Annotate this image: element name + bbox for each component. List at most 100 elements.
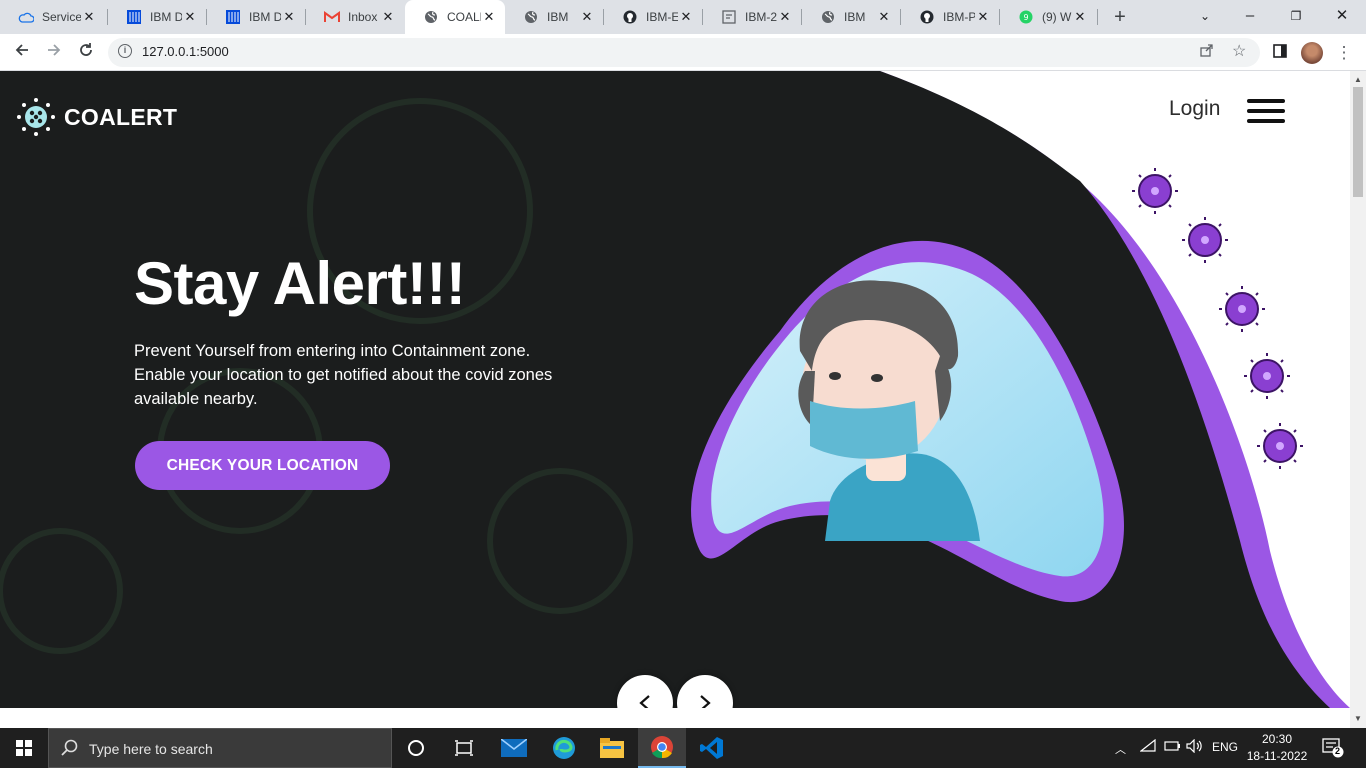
close-icon[interactable]: ✕: [481, 9, 497, 25]
ibm-dashboard-icon: [225, 9, 241, 25]
chrome-icon[interactable]: [638, 728, 686, 768]
forward-button[interactable]: [40, 39, 68, 67]
language-indicator[interactable]: ENG: [1212, 740, 1238, 754]
tab-title: IBM-2: [745, 10, 777, 24]
url-text[interactable]: 127.0.0.1:5000: [142, 44, 229, 59]
globe-icon: [523, 9, 539, 25]
tab-coalert[interactable]: COALE ✕: [405, 0, 505, 34]
scroll-up-icon[interactable]: ▲: [1354, 75, 1362, 84]
share-icon[interactable]: [1200, 43, 1214, 60]
tab-title: IBM-EI: [646, 10, 678, 24]
file-explorer-icon[interactable]: [588, 728, 636, 768]
hamburger-menu-icon[interactable]: [1247, 99, 1285, 125]
new-tab-button[interactable]: +: [1108, 5, 1132, 29]
taskbar-search-input[interactable]: Type here to search: [48, 728, 392, 768]
close-icon[interactable]: ✕: [182, 9, 198, 25]
volume-icon[interactable]: [1186, 738, 1204, 756]
cortana-icon[interactable]: [392, 728, 440, 768]
close-icon[interactable]: ✕: [876, 9, 892, 25]
check-location-button[interactable]: CHECK YOUR LOCATION: [135, 441, 390, 490]
tab-title: COALE: [447, 10, 481, 24]
close-icon[interactable]: ✕: [380, 9, 396, 25]
tab-ibm-doc[interactable]: IBM-2 ✕: [703, 0, 801, 34]
wifi-icon[interactable]: [1139, 738, 1156, 756]
tab-strip: Service ✕ IBM Da ✕ IBM Da ✕ Inbox ✕ COAL…: [0, 0, 1366, 34]
search-placeholder: Type here to search: [89, 741, 213, 757]
show-hidden-icons-icon[interactable]: ︿: [1115, 741, 1126, 757]
close-icon[interactable]: ✕: [579, 9, 595, 25]
tab-github-1[interactable]: IBM-EI ✕: [604, 0, 702, 34]
login-link[interactable]: Login: [1169, 97, 1220, 121]
reload-button[interactable]: [72, 39, 100, 67]
notification-count-badge: 2: [1335, 746, 1341, 756]
forward-arrow-icon: [48, 44, 61, 56]
windows-taskbar: Type here to search ︿ ENG 20:30 18-11-20…: [0, 728, 1366, 768]
tab-gmail[interactable]: Inbox ✕: [306, 0, 404, 34]
page-below-fold: [0, 708, 1350, 728]
back-button[interactable]: [8, 39, 36, 67]
task-view-icon[interactable]: [440, 728, 488, 768]
virus-logo-icon: [17, 98, 55, 136]
close-icon[interactable]: ✕: [678, 9, 694, 25]
chevron-right-icon: [700, 695, 711, 708]
close-window-button[interactable]: ✕: [1320, 3, 1364, 29]
reload-icon: [80, 43, 92, 56]
bookmark-star-icon[interactable]: ☆: [1232, 41, 1246, 61]
tab-ibm-2[interactable]: IBM ✕: [802, 0, 900, 34]
doc-icon: [721, 9, 737, 25]
start-button[interactable]: [0, 728, 48, 768]
more-menu-icon[interactable]: ⋮: [1330, 39, 1358, 67]
notification-center-icon[interactable]: 2: [1322, 738, 1344, 758]
tab-search-icon[interactable]: ⌄: [1183, 3, 1227, 29]
tab-title: IBM Da: [249, 10, 281, 24]
github-icon: [919, 9, 935, 25]
site-logo[interactable]: COALERT: [16, 97, 177, 137]
profile-avatar[interactable]: [1301, 42, 1323, 64]
address-bar[interactable]: i 127.0.0.1:5000 ☆: [108, 38, 1260, 67]
tab-ibm-dashboard-1[interactable]: IBM Da ✕: [108, 0, 206, 34]
github-icon: [622, 9, 638, 25]
web-page: COALERT Login Stay Alert!!! Prevent Your…: [0, 71, 1350, 708]
cloud-icon: [18, 9, 34, 25]
whatsapp-icon: 9: [1018, 9, 1034, 25]
tab-title: IBM-Pr: [943, 10, 975, 24]
restore-button[interactable]: ❐: [1274, 3, 1318, 29]
search-icon: [61, 739, 78, 756]
side-panel-button[interactable]: [1266, 39, 1294, 67]
site-info-icon[interactable]: i: [118, 44, 132, 58]
tab-ibm-dashboard-2[interactable]: IBM Da ✕: [207, 0, 305, 34]
system-clock[interactable]: 20:30 18-11-2022: [1244, 731, 1310, 765]
minimize-button[interactable]: –: [1228, 3, 1272, 29]
tab-whatsapp[interactable]: 9 (9) Wh ✕: [1000, 0, 1096, 34]
vscode-icon[interactable]: [688, 728, 736, 768]
page-scrollbar[interactable]: ▲ ▼: [1350, 71, 1366, 728]
hero-headline: Stay Alert!!!: [134, 250, 466, 317]
battery-icon[interactable]: [1163, 739, 1181, 756]
back-arrow-icon: [15, 44, 28, 56]
tab-ibm-1[interactable]: IBM ✕: [505, 0, 603, 34]
clock-time: 20:30: [1261, 732, 1293, 746]
close-icon[interactable]: ✕: [777, 9, 793, 25]
tab-github-2[interactable]: IBM-Pr ✕: [901, 0, 999, 34]
close-icon[interactable]: ✕: [1072, 9, 1088, 25]
clock-date: 18-11-2022: [1246, 749, 1308, 763]
scroll-down-icon[interactable]: ▼: [1354, 714, 1362, 723]
tab-title: IBM: [844, 10, 866, 24]
close-icon[interactable]: ✕: [281, 9, 297, 25]
ibm-dashboard-icon: [126, 9, 142, 25]
tab-service[interactable]: Service ✕: [0, 0, 105, 34]
svg-text:9: 9: [1023, 13, 1028, 22]
close-icon[interactable]: ✕: [81, 9, 97, 25]
close-icon[interactable]: ✕: [975, 9, 991, 25]
tab-title: (9) Wh: [1042, 10, 1072, 24]
brand-name: COALERT: [64, 103, 178, 130]
edge-icon[interactable]: [540, 728, 588, 768]
chevron-left-icon: [639, 695, 650, 708]
mail-icon[interactable]: [490, 728, 538, 768]
tab-title: Service: [42, 10, 81, 24]
tab-title: IBM Da: [150, 10, 182, 24]
scrollbar-thumb[interactable]: [1353, 87, 1363, 197]
virus-decoration-icons: [1132, 168, 1303, 469]
side-panel-icon: [1273, 44, 1287, 58]
gmail-icon: [324, 9, 340, 25]
